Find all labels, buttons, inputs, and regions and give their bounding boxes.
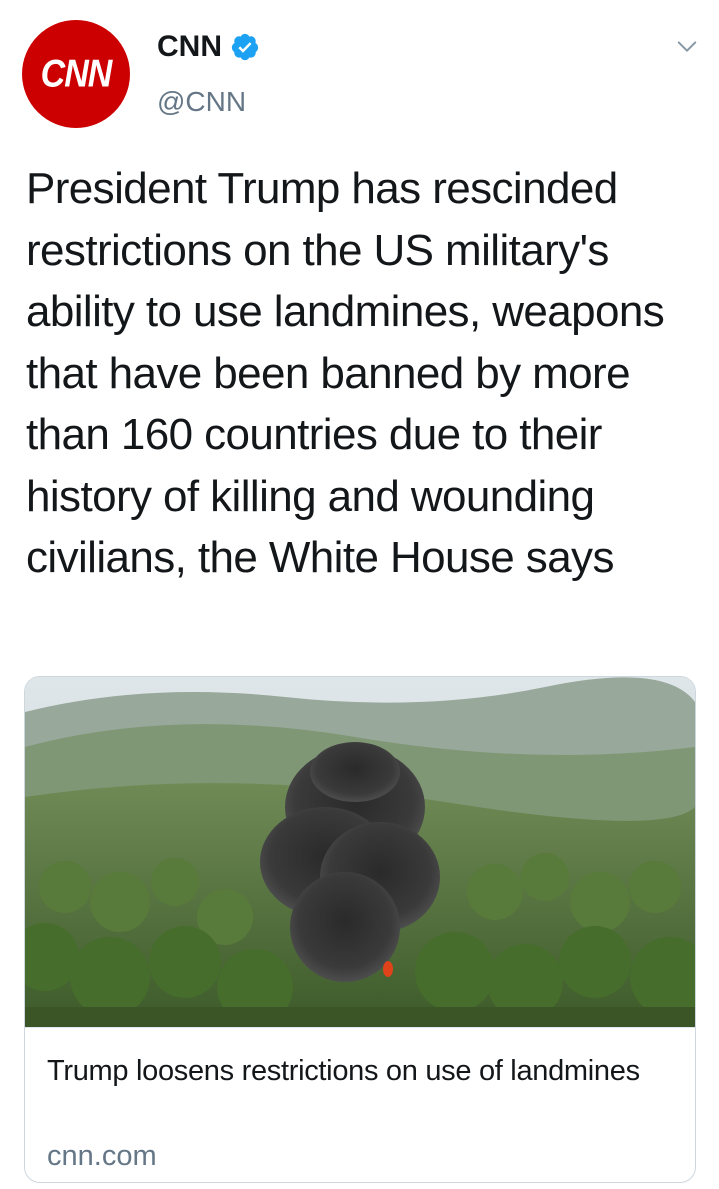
author-name-row[interactable]: CNN xyxy=(157,30,260,64)
chevron-down-icon[interactable] xyxy=(676,36,698,58)
card-title[interactable]: Trump loosens restrictions on use of lan… xyxy=(47,1050,667,1092)
card-body[interactable]: Trump loosens restrictions on use of lan… xyxy=(25,1027,695,1182)
tweet-text: President Trump has rescinded restrictio… xyxy=(26,164,665,582)
card-image[interactable] xyxy=(25,677,695,1027)
avatar[interactable]: CNN xyxy=(22,20,130,128)
card-domain: cnn.com xyxy=(47,1140,157,1172)
cnn-logo: CNN xyxy=(40,51,113,96)
display-name[interactable]: CNN xyxy=(157,30,222,64)
verified-badge-icon xyxy=(231,33,259,61)
author-handle[interactable]: @CNN xyxy=(157,86,246,118)
link-card[interactable]: Trump loosens restrictions on use of lan… xyxy=(24,676,696,1183)
